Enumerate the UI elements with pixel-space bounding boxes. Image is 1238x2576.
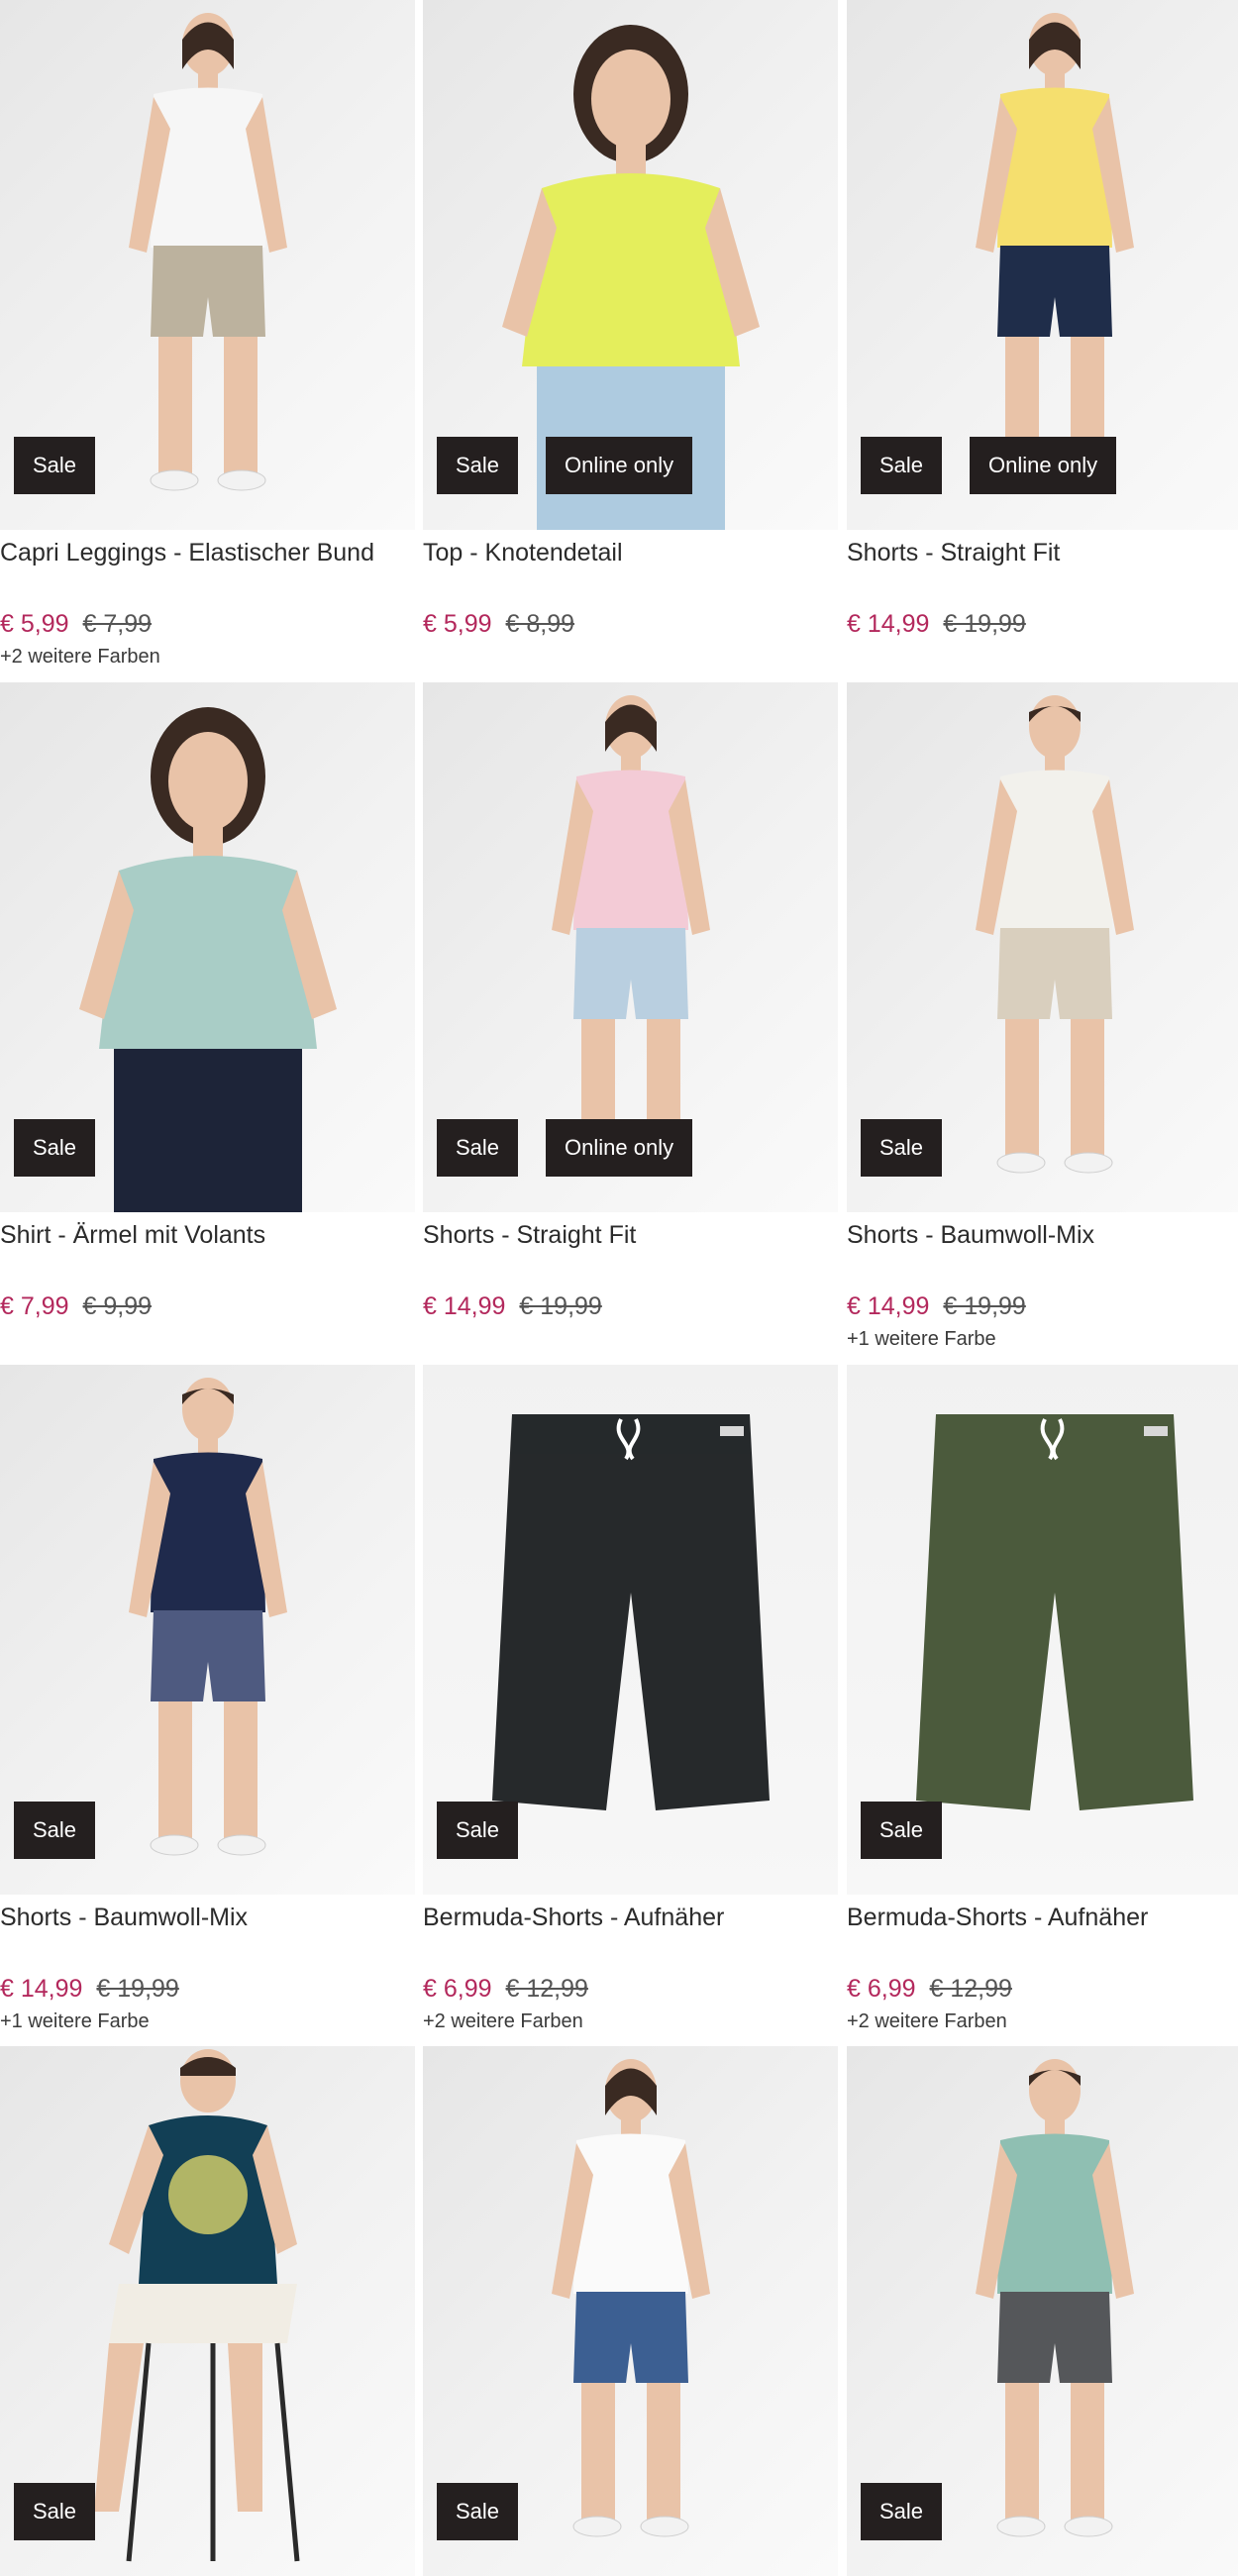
product-card[interactable]: Sale — [423, 2046, 838, 2576]
product-card[interactable]: Sale Online only Shorts - Straight Fit € 14… — [847, 0, 1238, 639]
price-row: € 6,99 € 12,99 — [423, 1974, 838, 2004]
badge-group: Sale — [14, 1802, 96, 1859]
product-image[interactable]: Sale — [847, 682, 1238, 1212]
product-title[interactable]: Shorts - Baumwoll-Mix — [847, 1212, 1238, 1250]
sale-price: € 6,99 — [847, 1975, 916, 2003]
price-row: € 6,99 € 12,99 — [847, 1974, 1238, 2004]
product-card[interactable]: Sale — [0, 2046, 415, 2576]
sale-badge: Sale — [437, 1802, 519, 1859]
more-colors-link[interactable]: +1 weitere Farbe — [847, 1327, 1238, 1351]
product-card[interactable]: Sale Capri Leggings - Elastischer Bund € 5… — [0, 0, 415, 669]
sale-price: € 14,99 — [847, 610, 930, 638]
product-card[interactable]: Sale Shorts - Baumwoll-Mix € 14,99 € 19,99 +… — [0, 1365, 415, 2033]
original-price: € 19,99 — [943, 1292, 1026, 1320]
original-price: € 19,99 — [943, 610, 1026, 638]
product-image[interactable]: Sale — [0, 0, 415, 530]
price-row: € 7,99 € 9,99 — [0, 1291, 415, 1321]
original-price: € 12,99 — [929, 1975, 1012, 2003]
product-image[interactable]: Sale — [847, 1365, 1238, 1895]
online-only-badge: Online only — [546, 1119, 693, 1177]
product-title[interactable]: Capri Leggings - Elastischer Bund — [0, 530, 415, 567]
original-price: € 12,99 — [505, 1975, 588, 2003]
product-title[interactable]: Shorts - Straight Fit — [423, 1212, 838, 1250]
badge-group: Sale — [14, 2483, 96, 2540]
product-title[interactable]: Shorts - Baumwoll-Mix — [0, 1895, 415, 1932]
badge-group: Sale — [861, 1802, 943, 1859]
original-price: € 7,99 — [82, 610, 153, 638]
original-price: € 9,99 — [82, 1292, 153, 1320]
sale-price: € 5,99 — [423, 610, 492, 638]
original-price: € 19,99 — [519, 1292, 602, 1320]
badge-group: Sale — [861, 1119, 943, 1177]
sale-badge: Sale — [14, 1119, 96, 1177]
product-title[interactable]: Shorts - Straight Fit — [847, 530, 1238, 567]
original-price: € 8,99 — [505, 610, 575, 638]
product-image[interactable]: Sale — [423, 2046, 838, 2576]
sale-badge: Sale — [861, 1119, 943, 1177]
product-image[interactable]: Sale Online only — [423, 682, 838, 1212]
sale-badge: Sale — [14, 1802, 96, 1859]
price-row: € 5,99 € 8,99 — [423, 609, 838, 639]
product-image[interactable]: Sale — [0, 2046, 415, 2576]
product-title[interactable]: Top - Knotendetail — [423, 530, 838, 567]
more-colors-link[interactable]: +2 weitere Farben — [847, 2009, 1238, 2033]
badge-group: Sale — [437, 1802, 519, 1859]
more-colors-link[interactable]: +2 weitere Farben — [423, 2009, 838, 2033]
product-title[interactable]: Shirt - Ärmel mit Volants — [0, 1212, 415, 1250]
sale-badge: Sale — [14, 437, 96, 494]
badge-group: Sale — [14, 437, 96, 494]
product-card[interactable]: Sale Shirt - Ärmel mit Volants € 7,99 € 9,9… — [0, 682, 415, 1321]
product-image[interactable]: Sale — [423, 1365, 838, 1895]
sale-badge: Sale — [861, 2483, 943, 2540]
sale-badge: Sale — [861, 437, 943, 494]
sale-price: € 14,99 — [847, 1292, 930, 1320]
online-only-badge: Online only — [546, 437, 693, 494]
price-row: € 14,99 € 19,99 — [423, 1291, 838, 1321]
more-colors-link[interactable]: +1 weitere Farbe — [0, 2009, 415, 2033]
product-image[interactable]: Sale Online only — [423, 0, 838, 530]
product-card[interactable]: Sale — [847, 2046, 1238, 2576]
product-image[interactable]: Sale — [0, 1365, 415, 1895]
more-colors-link[interactable]: +2 weitere Farben — [0, 645, 415, 669]
sale-badge: Sale — [861, 1802, 943, 1859]
sale-badge: Sale — [437, 1119, 519, 1177]
sale-badge: Sale — [437, 437, 519, 494]
product-card[interactable]: Sale Bermuda-Shorts - Aufnäher € 6,99 € 12,… — [423, 1365, 838, 2033]
original-price: € 19,99 — [96, 1975, 179, 2003]
badge-group: Sale — [861, 2483, 943, 2540]
product-card[interactable]: Sale Online only Top - Knotendetail € 5,99 €… — [423, 0, 838, 639]
product-title[interactable]: Bermuda-Shorts - Aufnäher — [423, 1895, 838, 1932]
badge-group: Sale — [437, 2483, 519, 2540]
sale-price: € 5,99 — [0, 610, 69, 638]
sale-price: € 7,99 — [0, 1292, 69, 1320]
sale-price: € 14,99 — [423, 1292, 506, 1320]
sale-badge: Sale — [437, 2483, 519, 2540]
sale-price: € 14,99 — [0, 1975, 83, 2003]
product-card[interactable]: Sale Online only Shorts - Straight Fit € 14… — [423, 682, 838, 1321]
badge-group: Sale — [14, 1119, 96, 1177]
product-grid: Sale Capri Leggings - Elastischer Bund € 5… — [0, 0, 1238, 2576]
product-title[interactable]: Bermuda-Shorts - Aufnäher — [847, 1895, 1238, 1932]
sale-badge: Sale — [14, 2483, 96, 2540]
product-card[interactable]: Sale Bermuda-Shorts - Aufnäher € 6,99 € 12,… — [847, 1365, 1238, 2033]
product-image[interactable]: Sale — [0, 682, 415, 1212]
product-image[interactable]: Sale — [847, 2046, 1238, 2576]
badge-group: Sale Online only — [861, 437, 1117, 494]
price-row: € 14,99 € 19,99 — [0, 1974, 415, 2004]
product-image[interactable]: Sale Online only — [847, 0, 1238, 530]
badge-group: Sale Online only — [437, 437, 693, 494]
sale-price: € 6,99 — [423, 1975, 492, 2003]
badge-group: Sale Online only — [437, 1119, 693, 1177]
product-card[interactable]: Sale Shorts - Baumwoll-Mix € 14,99 € 19,99 +… — [847, 682, 1238, 1351]
price-row: € 14,99 € 19,99 — [847, 609, 1238, 639]
price-row: € 14,99 € 19,99 — [847, 1291, 1238, 1321]
online-only-badge: Online only — [970, 437, 1117, 494]
price-row: € 5,99 € 7,99 — [0, 609, 415, 639]
